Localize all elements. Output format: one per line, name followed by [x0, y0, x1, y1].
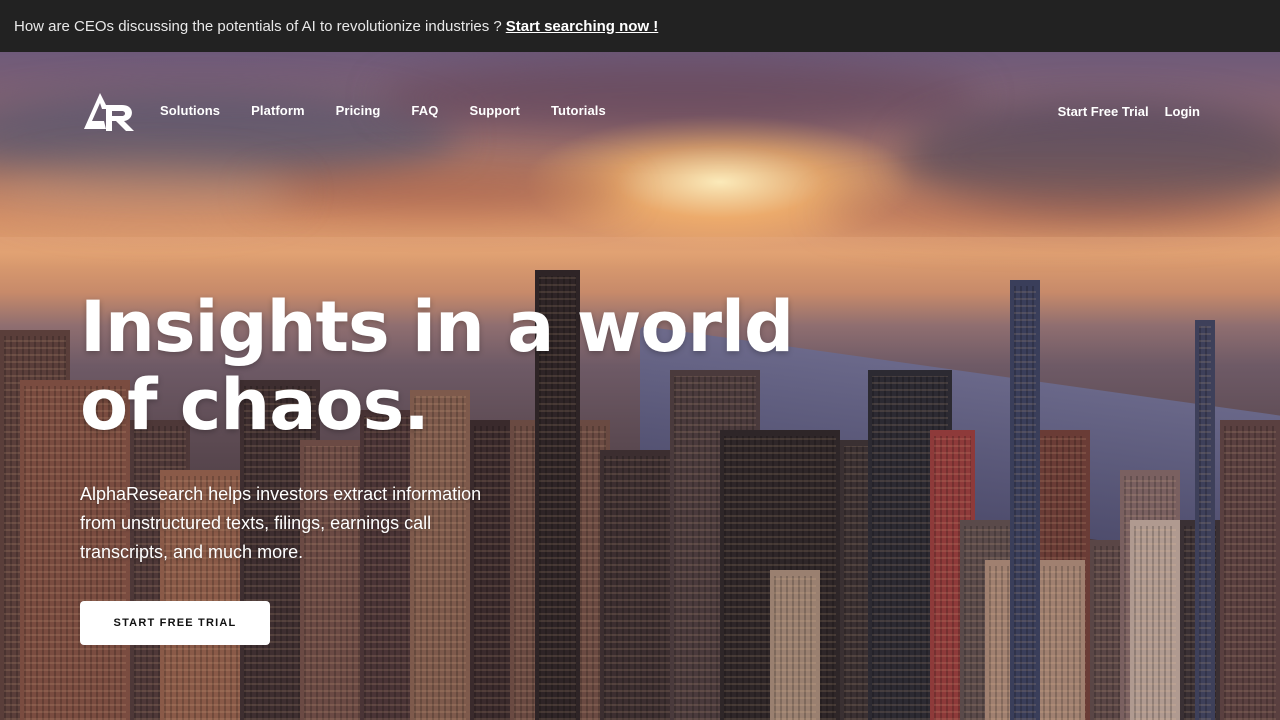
start-searching-link[interactable]: Start searching now !: [506, 18, 659, 35]
hero-headline: Insights in a world of chaos.: [80, 288, 800, 444]
hero-subtext: AlphaResearch helps investors extract in…: [80, 484, 482, 562]
nav-solutions[interactable]: Solutions: [160, 103, 220, 118]
nav-account-links: Start Free Trial Login: [1058, 104, 1200, 119]
banner-text: How are CEOs discussing the potentials o…: [14, 17, 502, 35]
alpharesearch-logo-icon[interactable]: [82, 89, 138, 133]
nav-faq[interactable]: FAQ: [411, 103, 438, 118]
announcement-banner: How are CEOs discussing the potentials o…: [0, 0, 1280, 52]
nav-links: Solutions Platform Pricing FAQ Support T…: [160, 103, 637, 118]
login-link[interactable]: Login: [1165, 104, 1200, 119]
nav-support[interactable]: Support: [469, 103, 520, 118]
main-navigation: Solutions Platform Pricing FAQ Support T…: [0, 52, 1280, 172]
nav-platform[interactable]: Platform: [251, 103, 305, 118]
start-free-trial-link[interactable]: Start Free Trial: [1058, 104, 1149, 119]
nav-tutorials[interactable]: Tutorials: [551, 103, 606, 118]
headline-line-2: of chaos.: [80, 364, 430, 446]
start-free-trial-button[interactable]: START FREE TRIAL: [80, 601, 270, 645]
nav-pricing[interactable]: Pricing: [336, 103, 381, 118]
headline-line-1: Insights in a world: [80, 286, 794, 368]
